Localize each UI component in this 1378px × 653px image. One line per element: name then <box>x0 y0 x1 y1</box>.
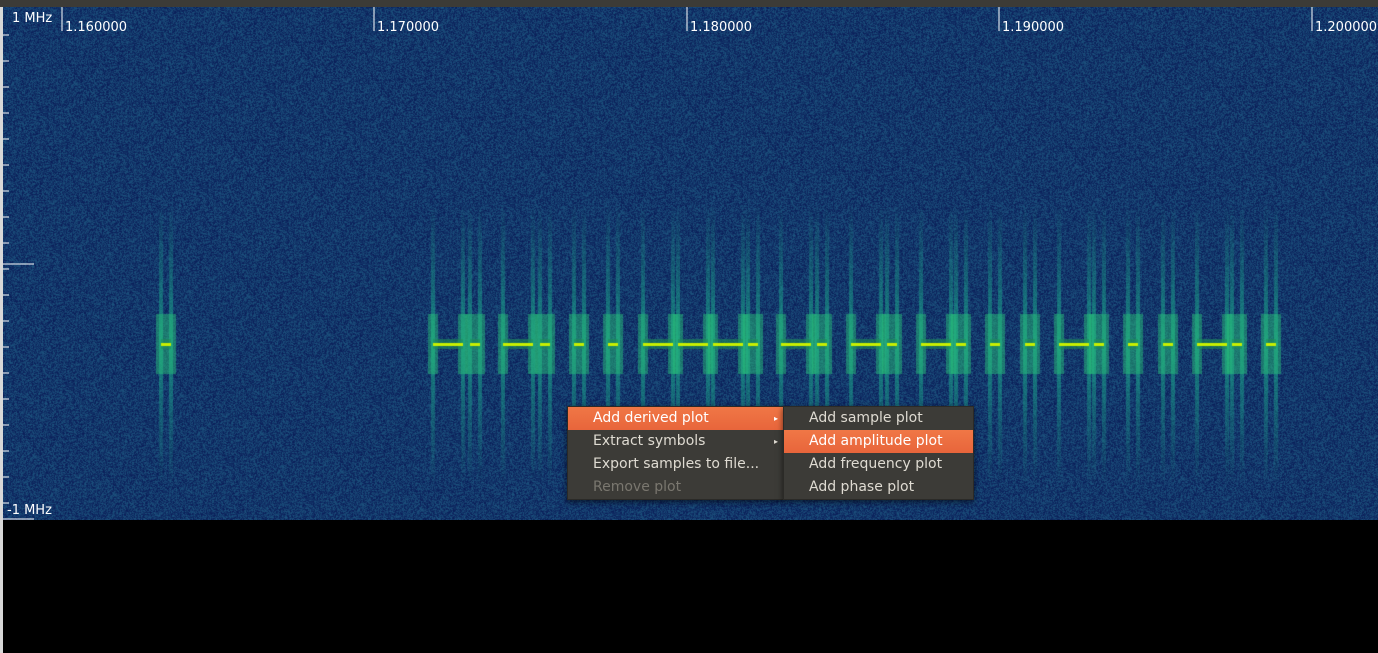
submenu-arrow-icon: ▸ <box>773 414 778 423</box>
menu-item-remove-plot[interactable]: Remove plot <box>568 476 784 499</box>
menu-item-label: Add frequency plot <box>809 456 943 472</box>
derived-plot-submenu: Add sample plot Add amplitude plot Add f… <box>783 406 974 500</box>
menu-item-label: Add phase plot <box>809 479 915 495</box>
menu-item-label: Extract symbols <box>593 433 706 449</box>
menu-item-label: Remove plot <box>593 479 682 495</box>
freq-label-top: 1 MHz <box>12 11 53 26</box>
freq-label-bottom: -1 MHz <box>7 503 52 518</box>
menu-item-export-samples[interactable]: Export samples to file... <box>568 453 784 476</box>
menu-item-label: Add derived plot <box>593 410 709 426</box>
menu-item-add-sample-plot[interactable]: Add sample plot <box>784 407 973 430</box>
app-window: 1.160000 1.170000 1.180000 1.190000 1.20… <box>0 0 1378 653</box>
time-label-1170000: 1.170000 <box>377 20 440 35</box>
submenu-arrow-icon: ▸ <box>773 437 778 446</box>
menu-item-label: Add amplitude plot <box>809 433 943 449</box>
menu-item-add-derived-plot[interactable]: Add derived plot ▸ <box>568 407 784 430</box>
menu-item-label: Export samples to file... <box>593 456 760 472</box>
time-label-1160000: 1.160000 <box>65 20 128 35</box>
menu-item-extract-symbols[interactable]: Extract symbols ▸ <box>568 430 784 453</box>
menu-item-add-phase-plot[interactable]: Add phase plot <box>784 476 973 499</box>
empty-plot-area <box>3 520 1378 653</box>
time-label-1200000: 1.200000 <box>1315 20 1378 35</box>
time-label-1190000: 1.190000 <box>1002 20 1065 35</box>
time-label-1180000: 1.180000 <box>690 20 753 35</box>
menu-item-label: Add sample plot <box>809 410 923 426</box>
menu-item-add-amplitude-plot[interactable]: Add amplitude plot <box>784 430 973 453</box>
menu-item-add-frequency-plot[interactable]: Add frequency plot <box>784 453 973 476</box>
context-menu: Add derived plot ▸ Extract symbols ▸ Exp… <box>567 406 785 500</box>
